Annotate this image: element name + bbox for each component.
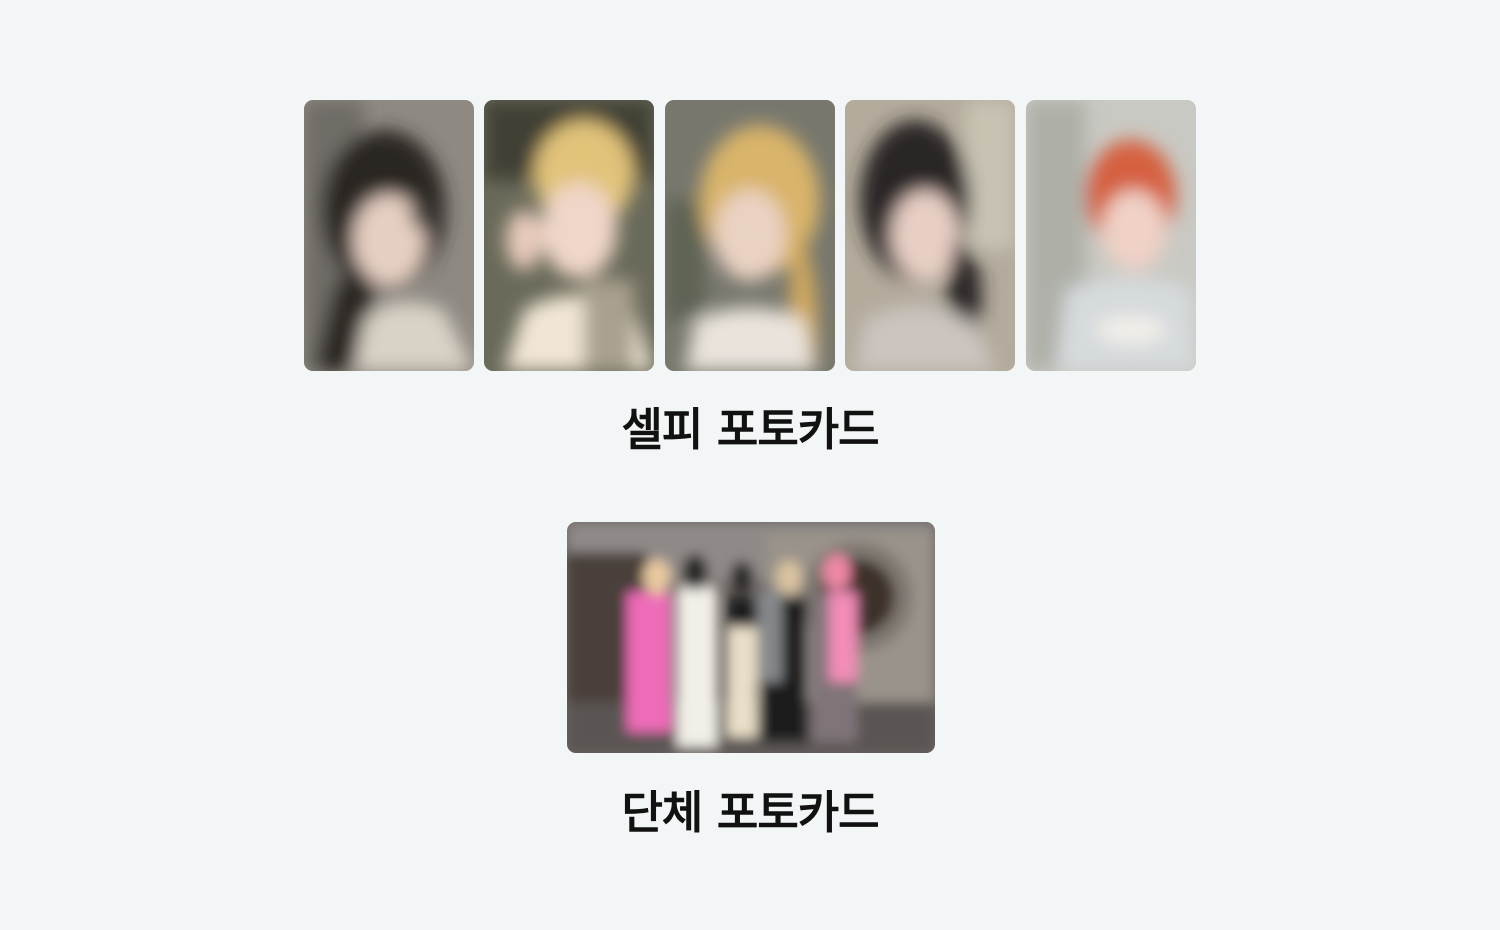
- selfie-card-1[interactable]: [304, 100, 474, 371]
- group-section-title: 단체 포토카드: [621, 786, 879, 839]
- selfie-photocard-row: [304, 100, 1196, 371]
- selfie-section-title: 셀피 포토카드: [621, 403, 879, 456]
- selfie-photo-4: [845, 100, 1015, 371]
- photocard-page: 셀피 포토카드 단체 포토카드: [0, 0, 1500, 930]
- selfie-photo-3: [665, 100, 835, 371]
- selfie-photo-2: [484, 100, 654, 371]
- selfie-photo-5: [1026, 100, 1196, 371]
- group-photocard[interactable]: [567, 522, 935, 753]
- selfie-card-5[interactable]: [1026, 100, 1196, 371]
- selfie-card-3[interactable]: [665, 100, 835, 371]
- selfie-card-2[interactable]: [484, 100, 654, 371]
- selfie-card-4[interactable]: [845, 100, 1015, 371]
- group-photo: [567, 522, 935, 753]
- selfie-photo-1: [304, 100, 474, 371]
